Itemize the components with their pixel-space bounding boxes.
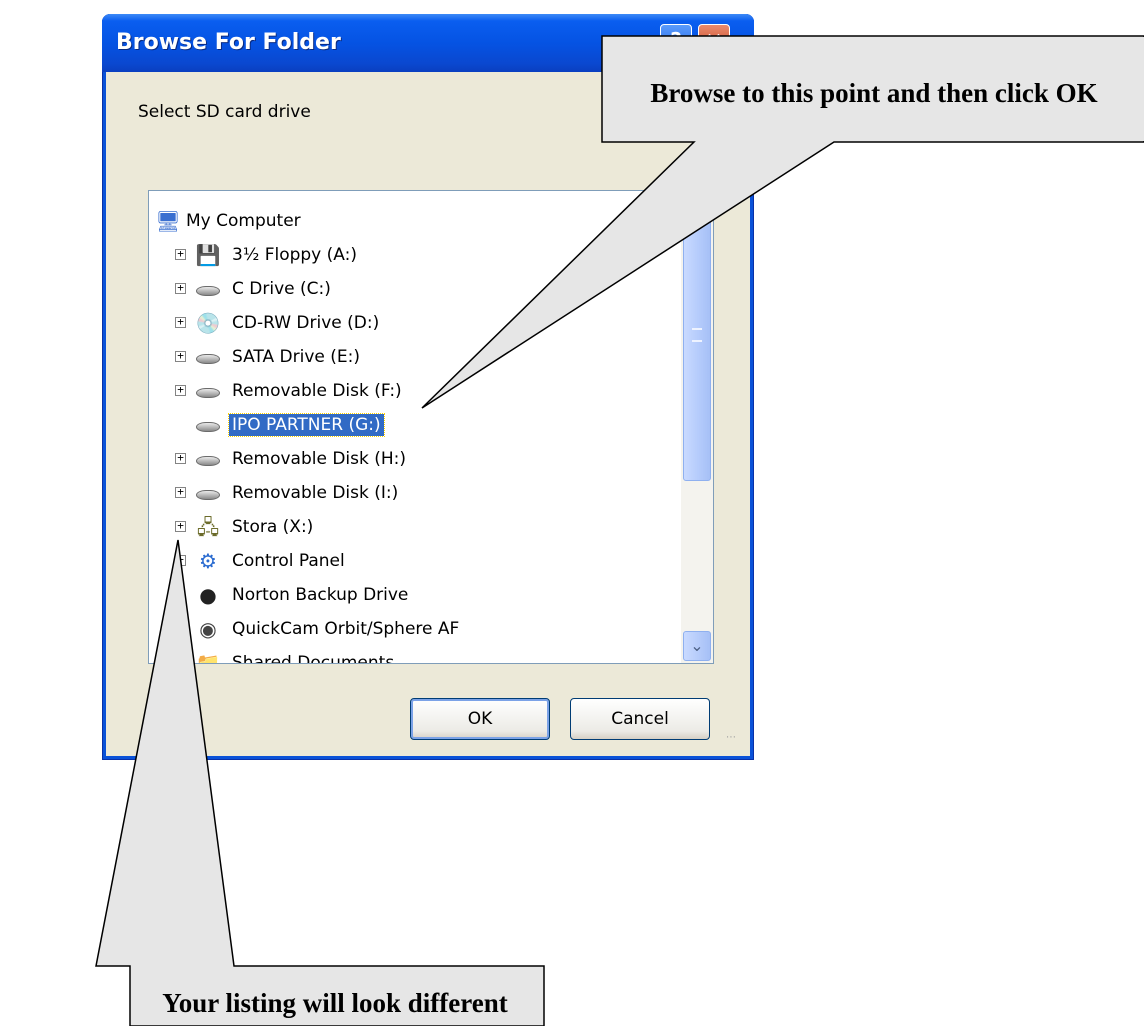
tree-item-label: Removable Disk (H:) [232,449,407,469]
dialog-prompt: Select SD card drive [138,102,311,122]
tree-item[interactable]: ● Norton Backup Drive [149,579,679,613]
help-button[interactable]: ? [660,24,692,56]
floppy-drive-icon: 💾 [195,243,221,267]
norton-icon: ● [199,583,217,607]
tree-item[interactable]: + SATA Drive (E:) [149,341,679,375]
ok-button[interactable]: OK [410,698,550,740]
my-computer-icon: 🖥 [155,209,181,233]
expand-icon[interactable]: + [175,282,186,294]
expand-icon[interactable]: + [175,554,186,566]
close-button[interactable]: ✕ [698,24,730,56]
tree-item-label: Removable Disk (I:) [232,483,399,503]
control-panel-icon: ⚙ [199,549,217,573]
expand-icon[interactable]: + [175,486,186,498]
tree-item[interactable]: + 💿 CD-RW Drive (D:) [149,307,679,341]
dialog-body: Select SD card drive 🖥 My Computer + 💾 3½ Fl… [106,72,750,756]
hard-drive-icon [195,277,221,301]
tree-item[interactable]: + C Drive (C:) [149,273,679,307]
tree-item[interactable]: + Removable Disk (F:) [149,375,679,409]
callout-bottom-text: Your listing will look different [162,988,508,1018]
tree-item[interactable]: ◉ QuickCam Orbit/Sphere AF [149,613,679,647]
tree-item[interactable]: 🖥 My Computer [149,205,679,239]
webcam-icon: ◉ [199,617,217,641]
tree-item-label: C Drive (C:) [232,279,331,299]
tree-item-label: Shared Documents [232,653,395,664]
cancel-button[interactable]: Cancel [570,698,710,740]
removable-disk-icon [195,481,221,505]
expand-icon[interactable]: + [175,316,186,328]
tree-item[interactable]: + 🖧 Stora (X:) [149,511,679,545]
tree-item[interactable]: 📁 Shared Documents [149,647,679,664]
tree-item-label: Stora (X:) [232,517,314,537]
scroll-down-button[interactable]: ⌄ [683,631,711,661]
dialog-title: Browse For Folder [116,30,341,55]
tree-item[interactable]: + Removable Disk (I:) [149,477,679,511]
scrollbar-thumb[interactable] [683,191,711,481]
close-icon: ✕ [705,28,723,52]
tree-item-label: CD-RW Drive (D:) [232,313,380,333]
tree-item-label: QuickCam Orbit/Sphere AF [232,619,460,639]
tree-item-label: SATA Drive (E:) [232,347,360,367]
callout-top-text: Browse to this point and then click OK [650,78,1098,108]
removable-disk-icon [195,413,221,437]
removable-disk-icon [195,379,221,403]
resize-grip-icon[interactable]: ⋯ [726,732,744,750]
tree-item[interactable]: + ⚙ Control Panel [149,545,679,579]
tree-item-label: Control Panel [232,551,345,571]
tree-item-label: My Computer [186,211,301,231]
expand-icon[interactable]: + [175,384,186,396]
expand-icon[interactable]: + [175,452,186,464]
vertical-scrollbar[interactable]: ⌄ [681,191,713,663]
hard-drive-icon [195,345,221,369]
network-drive-icon: 🖧 [196,515,220,539]
folder-tree[interactable]: 🖥 My Computer + 💾 3½ Floppy (A:) + C Drive (C:… [148,190,714,664]
tree-item[interactable]: + Removable Disk (H:) [149,443,679,477]
tree-item[interactable]: + 💾 3½ Floppy (A:) [149,239,679,273]
tree-item-label: IPO PARTNER (G:) [228,413,385,437]
chevron-down-icon: ⌄ [690,636,704,655]
tree-item-label: 3½ Floppy (A:) [232,245,357,265]
expand-icon[interactable]: + [175,248,186,260]
folder-icon: 📁 [195,651,221,664]
thumb-grip-icon [692,328,702,342]
expand-icon[interactable]: + [175,350,186,362]
tree-item[interactable]: IPO PARTNER (G:) [149,409,679,443]
tree-item-label: Removable Disk (F:) [232,381,402,401]
cd-drive-icon: 💿 [195,311,221,335]
browse-folder-dialog: Browse For Folder ? ✕ Select SD card dri… [102,14,754,760]
removable-disk-icon [195,447,221,471]
expand-icon[interactable]: + [175,520,186,532]
tree-item-label: Norton Backup Drive [232,585,409,605]
title-bar[interactable]: Browse For Folder ? ✕ [102,14,754,72]
